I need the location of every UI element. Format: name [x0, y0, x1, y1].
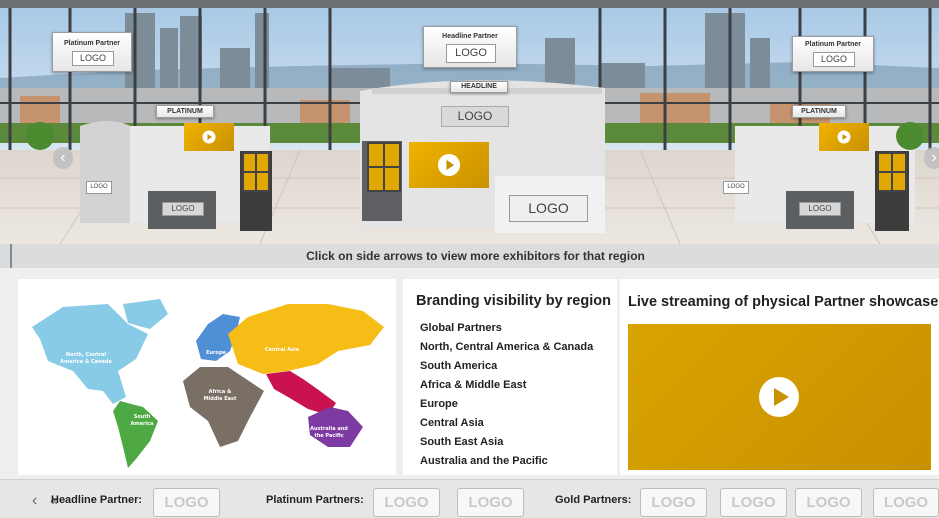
map-label-africa-2: Middle East	[204, 396, 237, 402]
center-booth-sign-logo: LOGO	[446, 44, 496, 63]
left-booth-pillar-logo: LOGO	[86, 181, 112, 194]
right-booth-banner: PLATINUM	[792, 105, 846, 118]
region-item-australia-pacific[interactable]: Australia and the Pacific	[416, 452, 617, 471]
world-map-panel: North, Central America & Canada South Am…	[18, 279, 396, 475]
stream-video-player[interactable]	[628, 324, 931, 470]
left-booth-kiosk[interactable]	[242, 152, 270, 192]
right-booth-video[interactable]	[819, 123, 869, 151]
hall-prev-arrow[interactable]: ‹	[53, 147, 73, 169]
map-label-australia-1: Australia and	[310, 426, 348, 432]
play-icon[interactable]	[759, 377, 799, 417]
exhibition-page: Platinum Partner LOGO PLATINUM LOGO LOGO…	[0, 0, 939, 518]
right-booth-sign[interactable]: Platinum Partner LOGO	[792, 36, 874, 72]
map-region-africa[interactable]	[183, 367, 264, 447]
map-label-south-east-asia-1: South	[276, 400, 293, 406]
partner-logo-bar: ‹ « Headline Partner: LOGO Platinum Part…	[0, 479, 939, 518]
hall-top-bar	[0, 0, 939, 8]
headline-partner-logo[interactable]: LOGO	[153, 488, 220, 517]
chevron-left-icon[interactable]: ‹	[32, 492, 37, 510]
right-booth-kiosk[interactable]	[877, 152, 907, 192]
center-booth-wall-logo: LOGO	[441, 106, 509, 127]
map-region-south-america[interactable]	[113, 401, 158, 468]
map-label-south-america-2: America	[131, 421, 154, 427]
region-item-south-east-asia[interactable]: South East Asia	[416, 433, 617, 452]
region-item-central-asia[interactable]: Central Asia	[416, 414, 617, 433]
map-label-north-america-1: North, Central	[66, 352, 107, 358]
branding-title: Branding visibility by region	[416, 293, 611, 309]
region-list: Global Partners North, Central America &…	[416, 319, 617, 471]
live-stream-panel: Live streaming of physical Partner showc…	[620, 279, 939, 475]
hall-hint-text: Click on side arrows to view more exhibi…	[10, 244, 939, 268]
map-label-australia-2: the Pacific	[314, 433, 343, 439]
right-booth-pillar-logo: LOGO	[723, 181, 749, 194]
map-label-central-asia: Central Asia	[265, 347, 299, 353]
headline-partner-label: Headline Partner:	[51, 494, 143, 506]
platinum-partner-logo[interactable]: LOGO	[457, 488, 524, 517]
branding-visibility-panel: Branding visibility by region Global Par…	[403, 279, 617, 475]
left-booth-sign-title: Platinum Partner	[63, 40, 120, 47]
map-label-north-america-2: America & Canada	[60, 359, 112, 365]
right-booth-sign-logo: LOGO	[813, 52, 855, 67]
play-icon	[837, 130, 851, 144]
platinum-partners-label: Platinum Partners:	[266, 494, 364, 506]
region-item-africa-middle-east[interactable]: Africa & Middle East	[416, 376, 617, 395]
right-booth-counter-logo: LOGO	[799, 202, 841, 216]
map-label-africa-1: Africa &	[209, 389, 232, 395]
gold-partner-logo[interactable]: LOGO	[720, 488, 787, 517]
left-booth-video[interactable]	[184, 123, 234, 151]
map-region-central-asia[interactable]	[228, 304, 384, 374]
play-icon	[437, 153, 461, 177]
gold-partner-logo[interactable]: LOGO	[873, 488, 939, 517]
center-booth-banner: HEADLINE	[450, 81, 508, 93]
region-item-europe[interactable]: Europe	[416, 395, 617, 414]
map-region-greenland[interactable]	[123, 299, 168, 329]
center-booth-sign[interactable]: Headline Partner LOGO	[423, 26, 517, 68]
left-booth-counter-logo: LOGO	[162, 202, 204, 216]
gold-partner-logo[interactable]: LOGO	[640, 488, 707, 517]
hall-next-arrow[interactable]: ›	[924, 147, 939, 169]
left-booth-sign-logo: LOGO	[72, 51, 114, 66]
left-booth-sign[interactable]: Platinum Partner LOGO	[52, 32, 132, 72]
gold-partners-label: Gold Partners:	[555, 494, 632, 506]
center-booth-video[interactable]	[409, 142, 489, 188]
right-booth-sign-title: Platinum Partner	[804, 41, 861, 48]
left-booth-banner: PLATINUM	[156, 105, 214, 118]
play-icon	[202, 130, 216, 144]
center-booth-sign-title: Headline Partner	[442, 33, 498, 40]
center-booth-kiosk[interactable]	[367, 142, 401, 192]
region-item-north-america[interactable]: North, Central America & Canada	[416, 338, 617, 357]
region-item-south-america[interactable]: South America	[416, 357, 617, 376]
platinum-partner-logo[interactable]: LOGO	[373, 488, 440, 517]
map-label-europe: Europe	[206, 350, 226, 356]
stream-title: Live streaming of physical Partner showc…	[628, 294, 939, 310]
map-label-south-america-1: South	[134, 414, 151, 420]
exhibition-hall: Platinum Partner LOGO PLATINUM LOGO LOGO…	[0, 0, 939, 268]
map-label-south-east-asia-2: East Asia	[271, 407, 297, 413]
center-booth-desk-logo: LOGO	[509, 195, 588, 222]
region-item-global[interactable]: Global Partners	[416, 319, 617, 338]
gold-partner-logo[interactable]: LOGO	[795, 488, 862, 517]
world-map: North, Central America & Canada South Am…	[32, 299, 384, 468]
